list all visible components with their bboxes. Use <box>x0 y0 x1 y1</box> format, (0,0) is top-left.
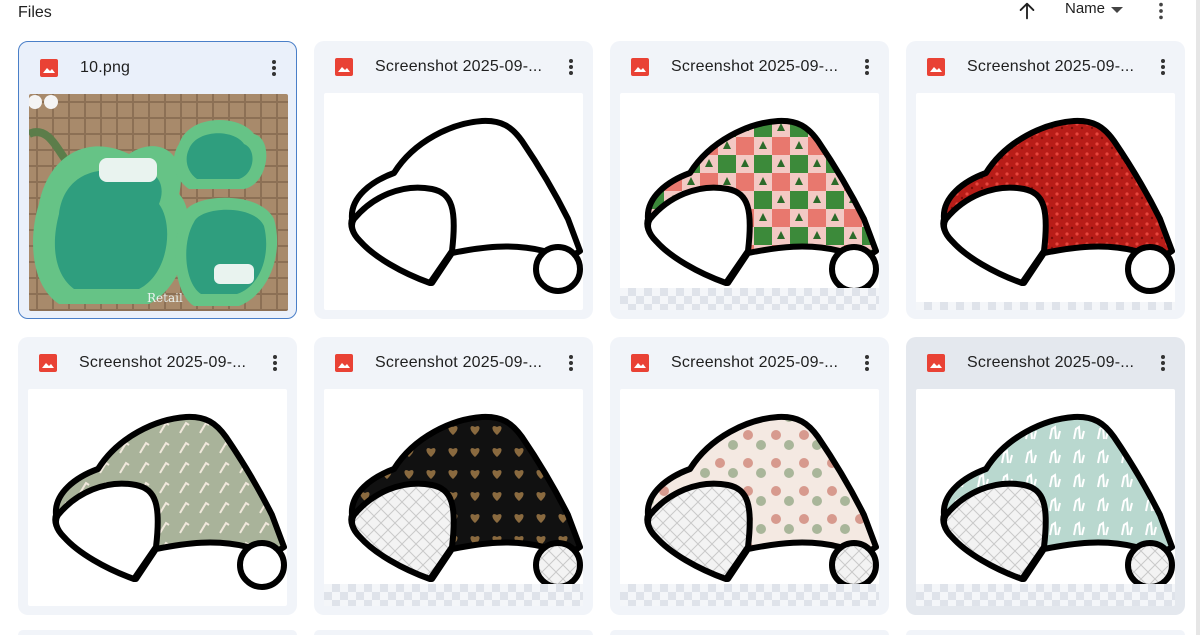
santa-hat-image <box>644 413 879 590</box>
image-file-icon <box>335 354 353 372</box>
file-name: Screenshot 2025-09-... <box>671 354 839 371</box>
file-card[interactable]: Screenshot 2025-09-... <box>906 337 1185 615</box>
image-file-icon <box>335 58 353 76</box>
file-card[interactable]: Screenshot 2025-09-... <box>906 41 1185 319</box>
file-name: Screenshot 2025-09-... <box>375 58 543 75</box>
card-partial <box>610 630 889 635</box>
more-vertical-icon[interactable] <box>1150 0 1172 22</box>
file-name: Screenshot 2025-09-... <box>967 354 1135 371</box>
file-thumbnail <box>916 93 1175 310</box>
file-thumbnail <box>620 93 879 310</box>
header: Files Name <box>0 0 1200 30</box>
santa-hat-image <box>940 413 1175 590</box>
transparency-strip <box>620 584 879 606</box>
file-card-header: Screenshot 2025-09-... <box>906 337 1185 389</box>
transparency-strip <box>620 288 879 310</box>
file-card[interactable]: Screenshot 2025-09-... <box>314 337 593 615</box>
santa-hat-image <box>940 117 1175 294</box>
file-name: Screenshot 2025-09-... <box>79 354 247 371</box>
more-vertical-icon[interactable] <box>859 353 875 373</box>
file-thumbnail <box>28 389 287 606</box>
more-vertical-icon[interactable] <box>1155 353 1171 373</box>
file-card-header: Screenshot 2025-09-... <box>610 41 889 93</box>
more-vertical-icon[interactable] <box>563 353 579 373</box>
santa-hat-image <box>348 413 583 590</box>
image-file-icon <box>927 354 945 372</box>
file-name: Screenshot 2025-09-... <box>967 58 1135 75</box>
file-card-header: Screenshot 2025-09-... <box>18 337 297 389</box>
card-partial <box>906 630 1185 635</box>
caret-down-icon <box>1111 6 1124 13</box>
transparency-strip <box>324 584 583 606</box>
card-partial <box>18 630 297 635</box>
file-thumbnail <box>324 389 583 606</box>
santa-hat-image <box>644 117 879 294</box>
section-title: Files <box>18 4 52 21</box>
file-thumbnail: Retail <box>29 94 288 311</box>
more-vertical-icon[interactable] <box>563 57 579 77</box>
duck-watermark: Retail <box>147 291 183 305</box>
file-name: Screenshot 2025-09-... <box>671 58 839 75</box>
file-card[interactable]: Screenshot 2025-09-... <box>314 41 593 319</box>
transparency-strip <box>916 302 1175 310</box>
sort-label: Name <box>1065 0 1106 17</box>
santa-hat-image <box>52 413 287 590</box>
file-name: 10.png <box>80 59 131 76</box>
santa-hat-image <box>348 117 583 294</box>
file-card-header: Screenshot 2025-09-... <box>314 337 593 389</box>
image-file-icon <box>40 59 58 77</box>
image-file-icon <box>631 58 649 76</box>
file-card-header: Screenshot 2025-09-... <box>610 337 889 389</box>
file-thumbnail <box>620 389 879 606</box>
file-card[interactable]: Screenshot 2025-09-... <box>610 41 889 319</box>
file-card[interactable]: 10.png Retail <box>18 41 297 319</box>
image-file-icon <box>39 354 57 372</box>
more-vertical-icon[interactable] <box>1155 57 1171 77</box>
file-card-header: Screenshot 2025-09-... <box>906 41 1185 93</box>
file-card-header: 10.png <box>19 42 296 94</box>
more-vertical-icon[interactable] <box>266 58 282 78</box>
scrollbar[interactable] <box>1196 0 1200 635</box>
transparency-strip <box>916 584 1175 606</box>
card-partial <box>314 630 593 635</box>
arrow-up-icon[interactable] <box>1016 0 1038 22</box>
file-name: Screenshot 2025-09-... <box>375 354 543 371</box>
file-thumbnail <box>916 389 1175 606</box>
file-card[interactable]: Screenshot 2025-09-... <box>18 337 297 615</box>
image-file-icon <box>631 354 649 372</box>
sort-by-dropdown[interactable]: Name <box>1065 0 1124 17</box>
image-file-icon <box>927 58 945 76</box>
more-vertical-icon[interactable] <box>859 57 875 77</box>
file-card-header: Screenshot 2025-09-... <box>314 41 593 93</box>
file-thumbnail <box>324 93 583 310</box>
file-card[interactable]: Screenshot 2025-09-... <box>610 337 889 615</box>
more-vertical-icon[interactable] <box>267 353 283 373</box>
